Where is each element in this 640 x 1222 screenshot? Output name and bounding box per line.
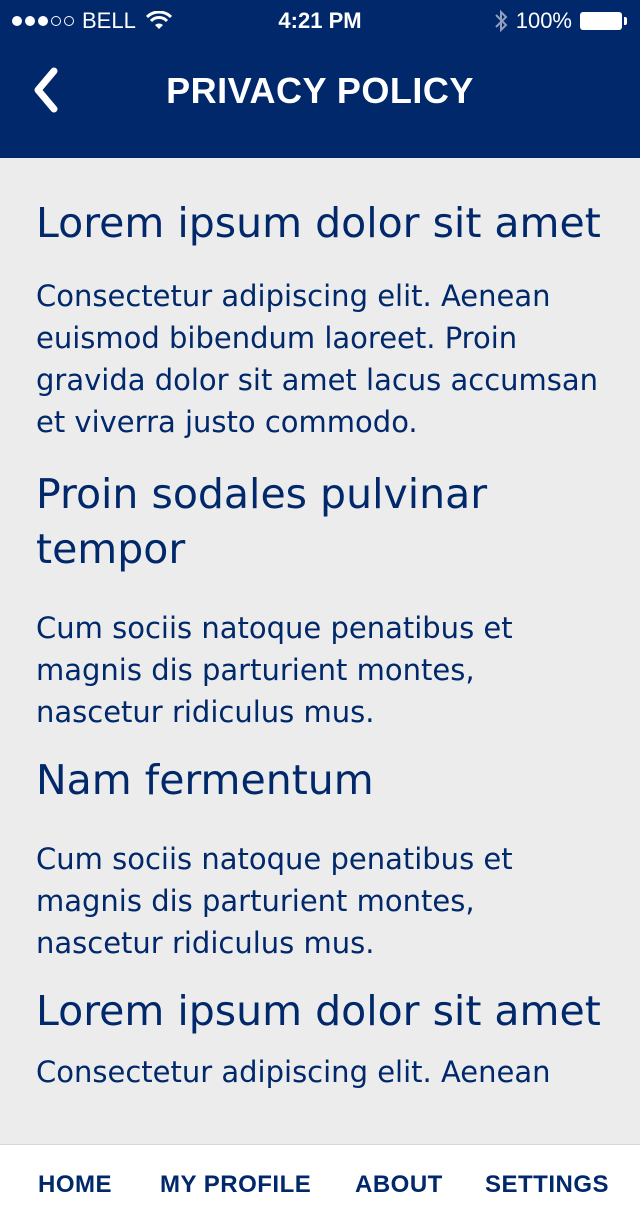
- tab-about[interactable]: ABOUT: [355, 1171, 443, 1199]
- section-heading: Nam fermentum: [36, 756, 374, 804]
- section-body: Cum sociis natoque penatibus et magnis d…: [36, 611, 513, 729]
- tab-bar: HOME MY PROFILE ABOUT SETTINGS: [0, 1144, 640, 1222]
- tab-home[interactable]: HOME: [38, 1171, 112, 1199]
- policy-section: Lorem ipsum dolor sit amet Consectetur a…: [0, 964, 640, 1093]
- section-heading: Proin sodales pulvinar tempor: [36, 470, 488, 573]
- battery-percent: 100%: [515, 8, 572, 33]
- policy-section: Proin sodales pulvinar tempor Cum sociis…: [0, 443, 640, 733]
- tab-my-profile[interactable]: MY PROFILE: [160, 1171, 311, 1199]
- status-right: 100%: [494, 8, 628, 34]
- tab-settings[interactable]: SETTINGS: [485, 1171, 609, 1199]
- page-title: PRIVACY POLICY: [166, 70, 474, 111]
- section-heading: Lorem ipsum dolor sit amet: [36, 199, 601, 247]
- section-body: Consectetur adipiscing elit. Aenean euis…: [36, 279, 599, 439]
- policy-section: Nam fermentum Cum sociis natoque penatib…: [0, 733, 640, 964]
- section-body: Cum sociis natoque penatibus et magnis d…: [36, 842, 513, 960]
- battery-icon: [580, 11, 628, 31]
- policy-section: Lorem ipsum dolor sit amet Consectetur a…: [0, 158, 640, 443]
- navigation-bar: PRIVACY POLICY: [0, 40, 640, 158]
- section-heading: Lorem ipsum dolor sit amet: [36, 987, 601, 1035]
- bluetooth-icon: [495, 9, 508, 33]
- section-body: Consectetur adipiscing elit. Aenean: [36, 1055, 551, 1089]
- status-bar: BELL 4:21 PM 100%: [0, 0, 640, 40]
- policy-content[interactable]: Lorem ipsum dolor sit amet Consectetur a…: [0, 158, 640, 1144]
